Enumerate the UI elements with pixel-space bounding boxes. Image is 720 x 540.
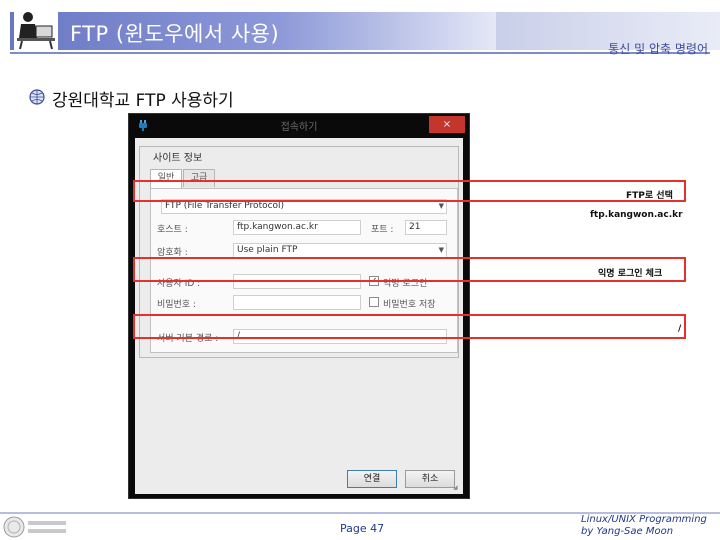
group-title: 사이트 정보 [150, 149, 206, 164]
encryption-value: Use plain FTP [237, 245, 298, 255]
presenter-at-desk-icon [14, 8, 58, 50]
encryption-select[interactable]: Use plain FTP ▼ [233, 243, 447, 258]
cancel-button[interactable]: 취소 [405, 470, 455, 488]
protocol-value: FTP (File Transfer Protocol) [165, 201, 285, 211]
password-input[interactable] [233, 295, 361, 310]
slide-title: FTP (윈도우에서 사용) [70, 22, 280, 46]
host-input[interactable]: ftp.kangwon.ac.kr [233, 220, 361, 235]
slide-subtitle: 통신 및 압축 명령어 [608, 42, 708, 56]
course-credit: Linux/UNIX Programming by Yang-Sae Moon [581, 514, 707, 538]
resize-grip-icon[interactable]: ◢ [453, 484, 461, 492]
page-number: Page 47 [340, 522, 385, 535]
port-label: 포트 : [371, 225, 394, 235]
header-divider [10, 52, 710, 54]
connect-dialog: 접속하기 × 사이트 정보 일반 고급 FTP (File Transfer P… [128, 113, 470, 499]
slide-header: FTP (윈도우에서 사용) 통신 및 압축 명령어 [0, 0, 720, 58]
credit-line-2: by Yang-Sae Moon [581, 526, 674, 537]
port-input[interactable]: 21 [405, 220, 447, 235]
dir-note: / [678, 324, 682, 334]
save-password-label: 비밀번호 저장 [383, 300, 436, 310]
anonymous-note: 익명 로그인 체크 [598, 269, 663, 279]
host-label: 호스트 : [157, 225, 188, 235]
connect-button[interactable]: 연결 [347, 470, 397, 488]
globe-bullet-icon [29, 89, 45, 105]
university-logo [3, 516, 66, 538]
chevron-down-icon: ▼ [438, 246, 444, 254]
save-password-checkbox[interactable] [369, 297, 379, 307]
dialog-titlebar[interactable]: 접속하기 × [129, 114, 469, 136]
remote-dir-highlight [133, 314, 686, 339]
credit-line-1: Linux/UNIX Programming [581, 514, 707, 525]
protocol-note: FTP로 선택 [626, 191, 673, 201]
host-note: ftp.kangwon.ac.kr [590, 210, 683, 220]
dialog-title: 접속하기 [280, 122, 318, 133]
close-button[interactable]: × [429, 116, 465, 133]
password-label: 비밀번호 : [157, 300, 197, 310]
bullet-text: 강원대학교 FTP 사용하기 [52, 91, 234, 111]
protocol-highlight [133, 180, 686, 202]
